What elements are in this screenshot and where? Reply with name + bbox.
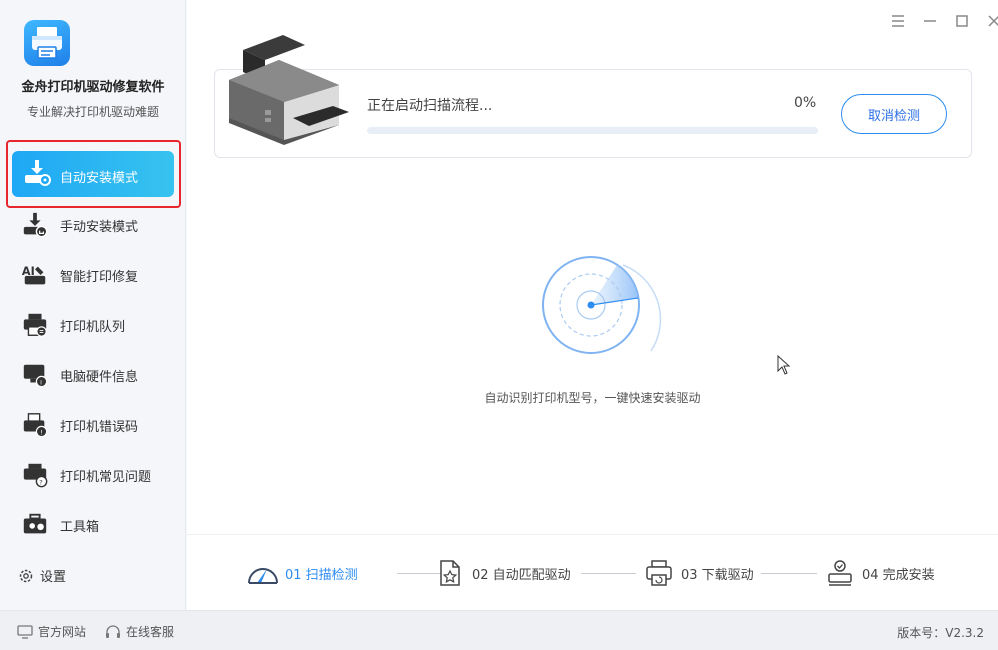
- sidebar-item-toolbox[interactable]: 工具箱: [0, 500, 186, 550]
- service-label: 在线客服: [126, 625, 175, 639]
- step-complete-install: 04 完成安装: [824, 558, 935, 588]
- error-code-icon: !: [20, 410, 50, 440]
- scan-hint-text: 自动识别打印机型号，一键快速安装驱动: [484, 391, 701, 405]
- install-check-icon: [824, 558, 856, 588]
- menu-icon[interactable]: [887, 12, 909, 30]
- app-name: 金舟打印机驱动修复软件: [21, 80, 165, 95]
- footer-bar: 官方网站 在线客服 版本号：V2.3.2: [0, 610, 998, 650]
- svg-text:i: i: [40, 378, 42, 386]
- close-icon[interactable]: [983, 12, 998, 30]
- ai-repair-icon: AI: [20, 260, 50, 290]
- radar-scan-icon: [535, 243, 663, 371]
- cancel-scan-button[interactable]: 取消检测: [841, 94, 947, 134]
- hardware-info-icon: i: [20, 360, 50, 390]
- sidebar-item-label: 打印机错误码: [60, 419, 139, 435]
- sidebar-item-ai-repair[interactable]: AI 智能打印修复: [0, 250, 186, 300]
- step-label: 02 自动匹配驱动: [472, 567, 571, 583]
- step-scan: 01 扫描检测: [247, 558, 358, 588]
- step-match-driver: 02 自动匹配驱动: [434, 558, 571, 588]
- online-service-link[interactable]: 在线客服: [105, 623, 174, 640]
- website-link[interactable]: 官方网站: [17, 623, 86, 640]
- printer-queue-icon: [20, 310, 50, 340]
- sidebar-item-faq[interactable]: ? 打印机常见问题: [0, 450, 186, 500]
- step-label: 03 下载驱动: [681, 567, 754, 583]
- version-text: 版本号：V2.3.2: [897, 626, 984, 640]
- gear-icon: [19, 569, 33, 582]
- svg-text:?: ?: [39, 478, 42, 486]
- svg-text:!: !: [40, 428, 43, 436]
- sidebar-item-label: 打印机队列: [60, 319, 126, 335]
- printer-illustration-icon: [223, 30, 353, 145]
- sidebar-item-manual-install[interactable]: 手动安装模式: [0, 200, 186, 250]
- step-download-driver: 03 下载驱动: [643, 558, 754, 588]
- printer-refresh-icon: [643, 558, 675, 588]
- scan-progress-bar: [367, 127, 818, 134]
- sidebar-item-error-code[interactable]: ! 打印机错误码: [0, 400, 186, 450]
- document-star-icon: [434, 558, 466, 588]
- settings-label: 设置: [40, 570, 67, 585]
- step-label: 04 完成安装: [862, 567, 935, 583]
- scan-status-text: 正在启动扫描流程...: [367, 98, 493, 114]
- sidebar-item-label: 打印机常见问题: [60, 469, 152, 485]
- scan-step-icon: [247, 558, 279, 588]
- step-connector: [761, 573, 817, 574]
- sidebar-item-label: 智能打印修复: [60, 269, 139, 285]
- scan-percent: 0%: [794, 95, 817, 111]
- steps-divider: [187, 534, 998, 535]
- website-label: 官方网站: [38, 625, 87, 639]
- sidebar-item-printer-queue[interactable]: 打印机队列: [0, 300, 186, 350]
- headset-icon: [106, 624, 120, 638]
- sidebar-nav: 手动安装模式 AI 智能打印修复 打印机队列 i 电脑硬件信息 ! 打印机错误码…: [0, 140, 186, 550]
- step-label: 01 扫描检测: [285, 567, 358, 583]
- toolbox-icon: [20, 510, 50, 540]
- manual-install-icon: [20, 210, 50, 240]
- sidebar-item-label: 工具箱: [60, 519, 100, 535]
- faq-icon: ?: [20, 460, 50, 490]
- sidebar-item-hardware-info[interactable]: i 电脑硬件信息: [0, 350, 186, 400]
- progress-steps: 01 扫描检测 02 自动匹配驱动 03 下载驱动 04 完成安装: [247, 558, 987, 588]
- app-subtitle: 专业解决打印机驱动难题: [26, 105, 159, 119]
- app-logo-icon: [24, 20, 70, 66]
- main-panel: 正在启动扫描流程... 0% 取消检测 自动识别打印机型号，一键快速安装驱动 0…: [187, 0, 998, 610]
- step-connector: [581, 573, 636, 574]
- minimize-icon[interactable]: [919, 12, 941, 30]
- window-controls: [877, 12, 998, 30]
- maximize-icon[interactable]: [951, 12, 973, 30]
- sidebar-item-label: 手动安装模式: [60, 219, 139, 235]
- settings-button[interactable]: 设置: [18, 566, 66, 585]
- monitor-icon: [17, 624, 33, 639]
- mouse-cursor-icon: [777, 354, 791, 379]
- sidebar-item-label: 电脑硬件信息: [60, 369, 139, 385]
